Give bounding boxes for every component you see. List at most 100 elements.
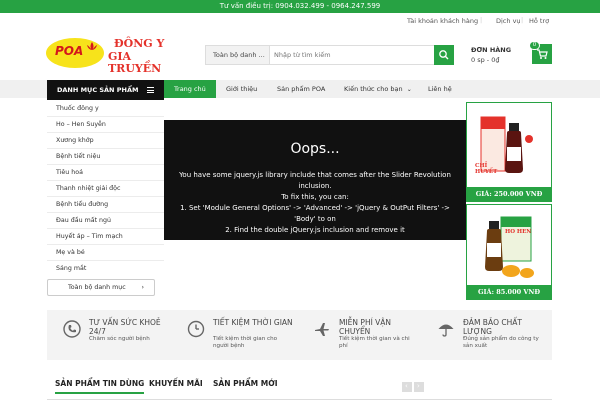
sidebar-item[interactable]: Bệnh tiểu đường (56, 201, 108, 208)
service-item: TƯ VẤN SỨC KHOẺ 24/7 Chăm sóc người bệnh (47, 318, 167, 358)
service-subtitle: Tiết kiệm thời gian cho người bệnh (213, 336, 278, 349)
chevron-right-icon: › (141, 284, 144, 291)
divider (47, 244, 164, 245)
slider-error-line: 2. Find the double jQuery.js inclusion a… (225, 226, 405, 234)
all-categories-label: Toàn bộ danh mục (68, 284, 126, 291)
services-strip: TƯ VẤN SỨC KHOẺ 24/7 Chăm sóc người bệnh… (47, 310, 552, 360)
divider (47, 180, 164, 181)
chevron-down-icon: ⌄ (406, 86, 412, 93)
umbrella-icon (438, 324, 454, 337)
sidebar-item[interactable]: Thuốc đông y (56, 105, 99, 112)
slider-error-heading: Oops... (290, 141, 340, 157)
sidebar-item[interactable]: Mẹ và bé (56, 249, 85, 256)
carousel-prev-button[interactable]: ‹ (402, 382, 412, 392)
header: POA ĐÔNG Y GIA TRUYỀN Toàn bộ danh ... Đ… (0, 28, 600, 80)
all-categories-button[interactable]: Toàn bộ danh mục › (47, 279, 155, 296)
tab-new-products[interactable]: SẢN PHẨM MỚI (213, 376, 278, 394)
search-icon (439, 50, 449, 60)
service-subtitle: Tiết kiệm thời gian và chi phí (339, 336, 410, 349)
tab-promotions[interactable]: KHUYẾN MÃI (149, 376, 203, 394)
category-sidebar: Thuốc đông y Ho – Hen Suyễn Xương khớp B… (47, 100, 164, 300)
slider-error-line: 'Body' to on (294, 215, 336, 223)
nav-item-about[interactable]: Giới thiệu (226, 80, 257, 98)
search-button[interactable] (434, 45, 454, 65)
sidebar-item[interactable]: Xương khớp (56, 137, 94, 144)
service-title: TƯ VẤN SỨC KHOẺ 24/7 (89, 318, 161, 336)
divider (47, 132, 164, 133)
service-title: MIỄN PHÍ VẬN CHUYỂN (339, 318, 392, 336)
logo-brand: POA (55, 44, 84, 58)
divider (47, 164, 164, 165)
carousel-next-button[interactable]: › (414, 382, 424, 392)
sidebar-item[interactable]: Huyết áp – Tim mạch (56, 233, 123, 240)
logo-name-line1: ĐÔNG Y (114, 37, 165, 50)
tab-trusted-products[interactable]: SẢN PHẨM TIN DÙNG (55, 376, 145, 394)
cart-count-badge: 0 (529, 41, 540, 50)
divider: | (480, 16, 483, 24)
nav-item-knowledge[interactable]: Kiến thức cho bạn ⌄ (344, 80, 412, 98)
hotline-text: Tư vấn điều trị: 0904.032.499 - 0964.247… (219, 2, 381, 10)
service-subtitle: Đúng sản phẩm do công ty sản xuất (463, 336, 539, 349)
nav-item-products[interactable]: Sản phẩm POA (277, 80, 325, 98)
product-banner-chi-huyet[interactable]: CHỈ HUYẾT GIÁ: 250.000 VNĐ (466, 102, 552, 202)
phone-icon (63, 320, 81, 338)
slider-error-line: You have some jquery.js library include … (179, 171, 451, 179)
sidebar-item[interactable]: Sáng mắt (56, 265, 86, 272)
account-links: Tài khoản khách hàng | Dịch vụ | Hỗ trợ (0, 14, 600, 28)
customer-account-link[interactable]: Tài khoản khách hàng (407, 17, 478, 25)
category-menu-button[interactable]: DANH MỤC SẢN PHẨM (47, 80, 164, 100)
sidebar-item[interactable]: Ho – Hen Suyễn (56, 121, 106, 128)
chevron-left-icon: ‹ (405, 382, 408, 390)
order-summary-text: 0 sp - 0₫ (471, 56, 500, 64)
divider (47, 196, 164, 197)
product-image (485, 216, 534, 278)
product-label: HO HEN (505, 229, 532, 235)
service-link[interactable]: Dịch vụ (496, 17, 521, 25)
search-category-select[interactable]: Toàn bộ danh ... (206, 46, 270, 64)
category-menu-label: DANH MỤC SẢN PHẨM (57, 86, 139, 94)
product-price: GIÁ: 85.000 VNĐ (467, 285, 551, 299)
divider (47, 212, 164, 213)
divider: | (521, 16, 524, 24)
sidebar-item[interactable]: Bệnh tiết niệu (56, 153, 100, 160)
nav-item-home[interactable]: Trang chủ (164, 80, 216, 98)
logo-name-line2: GIA TRUYỀN (108, 50, 162, 75)
service-item: TIẾT KIỆM THỜI GIAN Tiết kiệm thời gian … (171, 318, 293, 358)
service-item: ĐẢM BẢO CHẤT LƯỢNG Đúng sản phẩm do công… (421, 318, 541, 358)
divider (47, 116, 164, 117)
search-input[interactable] (274, 47, 434, 63)
slider-error-message: You have some jquery.js library include … (169, 170, 461, 236)
plane-icon (315, 323, 329, 336)
search-bar: Toàn bộ danh ... (205, 45, 454, 65)
divider (47, 260, 164, 261)
nav-item-contact[interactable]: Liên hệ (428, 80, 452, 98)
nav-item-label: Sản phẩm POA (277, 85, 326, 93)
lotus-icon (87, 42, 97, 50)
product-label: CHỈ HUYẾT (475, 163, 498, 175)
service-title: ĐẢM BẢO CHẤT LƯỢNG (463, 318, 522, 336)
divider (47, 148, 164, 149)
sidebar-item[interactable]: Tiêu hoá (56, 169, 83, 176)
chevron-right-icon: › (417, 382, 420, 390)
clock-icon (187, 320, 205, 338)
menu-icon (147, 87, 154, 93)
nav-item-label: Giới thiệu (226, 85, 258, 93)
support-link[interactable]: Hỗ trợ (529, 17, 549, 25)
product-price: GIÁ: 250.000 VNĐ (467, 187, 551, 201)
product-tabs: SẢN PHẨM TIN DÙNG KHUYẾN MÃI SẢN PHẨM MỚ… (47, 376, 552, 400)
divider (47, 228, 164, 229)
sidebar-item[interactable]: Thanh nhiệt giải độc (56, 185, 120, 192)
service-item: MIỄN PHÍ VẬN CHUYỂN Tiết kiệm thời gian … (297, 318, 417, 358)
slider-error-line: 1. Set 'Module General Options' -> 'Adva… (180, 204, 450, 212)
nav-item-label: Kiến thức cho bạn (344, 85, 403, 93)
nav-item-label: Liên hệ (428, 85, 452, 93)
poa-logo[interactable]: POA (46, 38, 104, 68)
hotline-bar: Tư vấn điều trị: 0904.032.499 - 0964.247… (0, 0, 600, 13)
nav-item-label: Trang chủ (174, 85, 206, 93)
product-banner-ho-hen[interactable]: HO HEN GIÁ: 85.000 VNĐ (466, 204, 552, 300)
slider-error-panel: Oops... You have some jquery.js library … (164, 120, 466, 240)
service-subtitle: Chăm sóc người bệnh (89, 336, 150, 342)
slider-error-line: inclusion. (298, 182, 332, 190)
sidebar-item[interactable]: Đau đầu mất ngủ (56, 217, 111, 224)
search-category-label: Toàn bộ danh ... (213, 51, 265, 59)
